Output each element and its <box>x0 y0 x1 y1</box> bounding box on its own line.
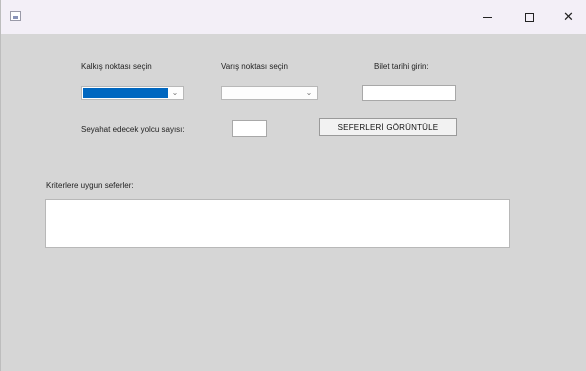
results-list[interactable] <box>45 199 510 248</box>
date-field[interactable] <box>362 85 456 101</box>
maximize-icon <box>524 12 534 22</box>
maximize-button[interactable] <box>508 0 550 34</box>
passenger-count-field[interactable] <box>232 120 267 137</box>
passenger-count-label: Seyahat edecek yolcu sayısı: <box>81 125 185 134</box>
title-bar[interactable]: ✕ <box>1 0 586 34</box>
minimize-button[interactable] <box>466 0 508 34</box>
departure-combobox[interactable]: ⌄ <box>81 86 184 100</box>
chevron-down-icon[interactable]: ⌄ <box>303 87 315 99</box>
app-window: ✕ Kalkış noktası seçin Varış noktası seç… <box>0 0 586 371</box>
chevron-down-icon[interactable]: ⌄ <box>169 87 181 99</box>
show-trips-button[interactable]: SEFERLERİ GÖRÜNTÜLE <box>319 118 457 136</box>
close-button[interactable]: ✕ <box>550 0 586 34</box>
arrival-label: Varış noktası seçin <box>221 62 288 71</box>
departure-selection <box>83 88 168 98</box>
arrival-combobox[interactable]: ⌄ <box>221 86 318 100</box>
app-icon <box>10 11 21 21</box>
close-icon: ✕ <box>563 9 574 25</box>
departure-label: Kalkış noktası seçin <box>81 62 152 71</box>
date-label: Bilet tarihi girin: <box>374 62 429 71</box>
minimize-icon <box>482 16 492 18</box>
results-label: Kriterlere uygun seferler: <box>46 181 134 190</box>
